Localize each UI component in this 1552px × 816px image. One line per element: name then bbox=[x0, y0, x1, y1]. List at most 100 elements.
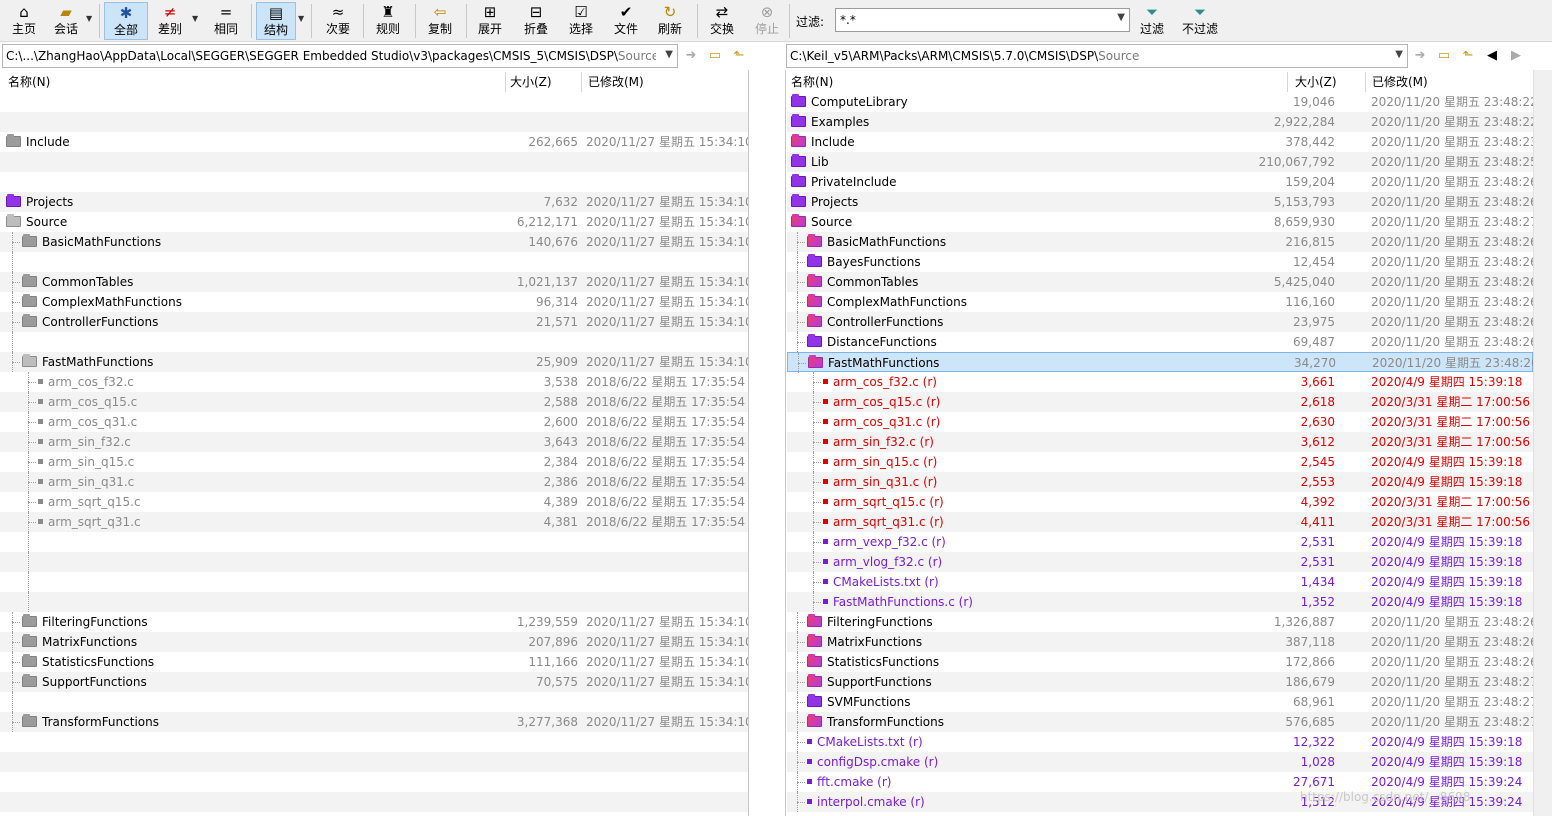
table-row[interactable]: TransformFunctions 3,277,368 2020/11/27 星期… bbox=[0, 712, 748, 732]
chevron-down-icon[interactable]: ▼ bbox=[665, 49, 673, 60]
table-row[interactable]: ControllerFunctions 21,571 2020/11/27 星期五 … bbox=[0, 312, 748, 332]
right-path-input[interactable]: C:\Keil_v5\ARM\Packs\ARM\CMSIS\5.7.0\CMS… bbox=[786, 44, 1408, 68]
column-separator[interactable] bbox=[581, 72, 582, 92]
table-row[interactable]: SupportFunctions 186,679 2020/11/20 星期五 23… bbox=[787, 672, 1533, 692]
table-row[interactable]: arm_cos_q15.c (r) 2,618 2020/3/31 星期二 17:0… bbox=[787, 392, 1533, 412]
table-row[interactable]: configDsp.cmake (r) 1,028 2020/4/9 星期四 15:… bbox=[787, 752, 1533, 772]
table-row[interactable]: arm_cos_q31.c 2,600 2018/6/22 星期五 17:35:54 bbox=[0, 412, 748, 432]
table-row[interactable]: BayesFunctions 12,454 2020/11/20 星期五 23:48… bbox=[787, 252, 1533, 272]
table-row[interactable]: CommonTables 1,021,137 2020/11/27 星期五 15:3… bbox=[0, 272, 748, 292]
right-header-name[interactable]: 名称(N) bbox=[791, 70, 833, 94]
table-row[interactable]: arm_sqrt_q31.c 4,381 2018/6/22 星期五 17:35:5… bbox=[0, 512, 748, 532]
table-row[interactable]: BasicMathFunctions 140,676 2020/11/27 星期五 … bbox=[0, 232, 748, 252]
table-row[interactable]: fft.cmake (r) 27,671 2020/4/9 星期四 15:39:24 bbox=[787, 772, 1533, 792]
table-row[interactable]: arm_sin_q15.c (r) 2,545 2020/4/9 星期四 15:39… bbox=[787, 452, 1533, 472]
table-row[interactable]: Projects 5,153,793 2020/11/20 星期五 23:48:26 bbox=[787, 192, 1533, 212]
table-row[interactable]: DistanceFunctions 69,487 2020/11/20 星期五 23… bbox=[787, 332, 1533, 352]
table-row[interactable]: StatisticsFunctions 172,866 2020/11/20 星期五… bbox=[787, 652, 1533, 672]
up-folder-icon[interactable]: ⬑ bbox=[1458, 47, 1478, 65]
table-row[interactable]: StatisticsFunctions 111,166 2020/11/27 星期五… bbox=[0, 652, 748, 672]
rules-button[interactable]: ♜ 规则 bbox=[370, 2, 406, 40]
table-row[interactable]: FilteringFunctions 1,326,887 2020/11/20 星期… bbox=[787, 612, 1533, 632]
left-header-modified[interactable]: 已修改(M) bbox=[588, 70, 644, 94]
session-dropdown-icon[interactable]: ▼ bbox=[86, 14, 92, 23]
expand-button[interactable]: ⊞ 展开 bbox=[472, 2, 508, 40]
table-row[interactable]: Include 262,665 2020/11/27 星期五 15:34:10 bbox=[0, 132, 748, 152]
table-row[interactable]: Source 6,212,171 2020/11/27 星期五 15:34:10 bbox=[0, 212, 748, 232]
table-row[interactable]: FilteringFunctions 1,239,559 2020/11/27 星期… bbox=[0, 612, 748, 632]
column-separator[interactable] bbox=[1365, 72, 1366, 92]
table-row[interactable]: FastMathFunctions 25,909 2020/11/27 星期五 15… bbox=[0, 352, 748, 372]
diff-dropdown-icon[interactable]: ▼ bbox=[192, 14, 198, 23]
table-row[interactable]: PrivateInclude 159,204 2020/11/20 星期五 23:4… bbox=[787, 172, 1533, 192]
open-folder-icon[interactable]: ▭ bbox=[1434, 47, 1454, 65]
left-header-name[interactable]: 名称(N) bbox=[8, 70, 50, 94]
table-row[interactable]: arm_sin_f32.c 3,643 2018/6/22 星期五 17:35:54 bbox=[0, 432, 748, 452]
select-button[interactable]: ☑ 选择 bbox=[563, 2, 599, 40]
open-folder-icon[interactable]: ▭ bbox=[705, 47, 725, 65]
table-row[interactable]: SupportFunctions 70,575 2020/11/27 星期五 15:… bbox=[0, 672, 748, 692]
filter-button[interactable]: ⏷ 过滤 bbox=[1136, 2, 1168, 40]
column-separator[interactable] bbox=[505, 72, 506, 92]
table-row[interactable]: arm_sqrt_q15.c 4,389 2018/6/22 星期五 17:35:5… bbox=[0, 492, 748, 512]
right-file-pane[interactable]: 名称(N) ^ 大小(Z) 已修改(M) ComputeLibrary 19,04… bbox=[787, 70, 1533, 816]
copy-button[interactable]: ⇦ 复制 bbox=[422, 2, 458, 40]
table-row[interactable]: FastMathFunctions.c (r) 1,352 2020/4/9 星期四… bbox=[787, 592, 1533, 612]
left-file-pane[interactable]: 名称(N) ^ 大小(Z) 已修改(M) Include 262,665 2020/… bbox=[0, 70, 748, 816]
back-icon[interactable]: ◀ bbox=[1482, 47, 1502, 65]
show-diff-button[interactable]: ≠ 差别 bbox=[152, 2, 188, 40]
table-row[interactable]: Include 378,442 2020/11/20 星期五 23:48:23 bbox=[787, 132, 1533, 152]
table-row[interactable]: arm_sqrt_q31.c (r) 4,411 2020/3/31 星期二 17:… bbox=[787, 512, 1533, 532]
table-row[interactable]: arm_sin_q31.c (r) 2,553 2020/4/9 星期四 15:39… bbox=[787, 472, 1533, 492]
table-row[interactable]: Examples 2,922,284 2020/11/20 星期五 23:48:22 bbox=[787, 112, 1533, 132]
chevron-down-icon[interactable]: ▼ bbox=[1395, 49, 1403, 60]
table-row[interactable]: arm_sin_f32.c (r) 3,612 2020/3/31 星期二 17:0… bbox=[787, 432, 1533, 452]
table-row[interactable]: CMakeLists.txt (r) 1,434 2020/4/9 星期四 15:3… bbox=[787, 572, 1533, 592]
table-row[interactable]: arm_cos_f32.c 3,538 2018/6/22 星期五 17:35:54 bbox=[0, 372, 748, 392]
table-row[interactable]: CommonTables 5,425,040 2020/11/20 星期五 23:4… bbox=[787, 272, 1533, 292]
chevron-down-icon[interactable]: ▼ bbox=[1117, 12, 1125, 23]
file-button[interactable]: ✔ 文件 bbox=[608, 2, 644, 40]
table-row[interactable]: ComplexMathFunctions 116,160 2020/11/20 星期… bbox=[787, 292, 1533, 312]
table-row[interactable]: arm_cos_q31.c (r) 2,630 2020/3/31 星期二 17:0… bbox=[787, 412, 1533, 432]
show-all-button[interactable]: ✱ 全部 bbox=[104, 2, 148, 40]
table-row[interactable]: ControllerFunctions 23,975 2020/11/20 星期五 … bbox=[787, 312, 1533, 332]
table-row[interactable]: SVMFunctions 68,961 2020/11/20 星期五 23:48:2… bbox=[787, 692, 1533, 712]
table-row[interactable]: Lib 210,067,792 2020/11/20 星期五 23:48:25 bbox=[787, 152, 1533, 172]
left-header-size[interactable]: 大小(Z) bbox=[510, 70, 552, 94]
stop-button[interactable]: ⊗ 停止 bbox=[749, 2, 785, 40]
swap-button[interactable]: ⇄ 交换 bbox=[704, 2, 740, 40]
go-arrow-icon[interactable]: ➜ bbox=[1410, 47, 1430, 65]
collapse-button[interactable]: ⊟ 折叠 bbox=[518, 2, 554, 40]
table-row[interactable]: Projects 7,632 2020/11/27 星期五 15:34:10 bbox=[0, 192, 748, 212]
table-row[interactable]: arm_sin_q31.c 2,386 2018/6/22 星期五 17:35:54 bbox=[0, 472, 748, 492]
table-row[interactable]: ComplexMathFunctions 96,314 2020/11/27 星期五… bbox=[0, 292, 748, 312]
table-row[interactable]: TransformFunctions 576,685 2020/11/20 星期五 … bbox=[787, 712, 1533, 732]
table-row[interactable]: FastMathFunctions 34,270 2020/11/20 星期五 23… bbox=[787, 352, 1533, 373]
session-button[interactable]: ▰ 会话 bbox=[48, 2, 84, 40]
filter-input[interactable]: *.* ▼ bbox=[835, 8, 1130, 32]
right-header-size[interactable]: 大小(Z) bbox=[1295, 70, 1337, 94]
minor-button[interactable]: ≈ 次要 bbox=[320, 2, 356, 40]
table-row[interactable]: ComputeLibrary 19,046 2020/11/20 星期五 23:48… bbox=[787, 92, 1533, 112]
go-arrow-icon[interactable]: ➜ bbox=[681, 47, 701, 65]
table-row[interactable]: MatrixFunctions 387,118 2020/11/20 星期五 23:… bbox=[787, 632, 1533, 652]
right-header-modified[interactable]: 已修改(M) bbox=[1372, 70, 1428, 94]
show-same-button[interactable]: = 相同 bbox=[208, 2, 244, 40]
up-folder-icon[interactable]: ⬑ bbox=[729, 47, 749, 65]
forward-icon[interactable]: ▶ bbox=[1506, 47, 1526, 65]
table-row[interactable]: arm_sqrt_q15.c (r) 4,392 2020/3/31 星期二 17:… bbox=[787, 492, 1533, 512]
table-row[interactable]: BasicMathFunctions 216,815 2020/11/20 星期五 … bbox=[787, 232, 1533, 252]
no-filter-button[interactable]: ⏷ 不过滤 bbox=[1178, 2, 1222, 40]
table-row[interactable]: MatrixFunctions 207,896 2020/11/27 星期五 15:… bbox=[0, 632, 748, 652]
structure-dropdown-icon[interactable]: ▼ bbox=[298, 14, 304, 23]
structure-button[interactable]: ▤ 结构 bbox=[256, 2, 296, 40]
left-path-input[interactable]: C:\...\ZhangHao\AppData\Local\SEGGER\SEG… bbox=[2, 44, 678, 68]
home-button[interactable]: ⌂ 主页 bbox=[6, 2, 42, 40]
table-row[interactable]: arm_vexp_f32.c (r) 2,531 2020/4/9 星期四 15:3… bbox=[787, 532, 1533, 552]
table-row[interactable]: CMakeLists.txt (r) 12,322 2020/4/9 星期四 15:… bbox=[787, 732, 1533, 752]
table-row[interactable]: arm_sin_q15.c 2,384 2018/6/22 星期五 17:35:54 bbox=[0, 452, 748, 472]
table-row[interactable]: Source 8,659,930 2020/11/20 星期五 23:48:27 bbox=[787, 212, 1533, 232]
right-vertical-scrollbar[interactable] bbox=[1533, 70, 1552, 816]
table-row[interactable]: arm_cos_f32.c (r) 3,661 2020/4/9 星期四 15:39… bbox=[787, 372, 1533, 392]
